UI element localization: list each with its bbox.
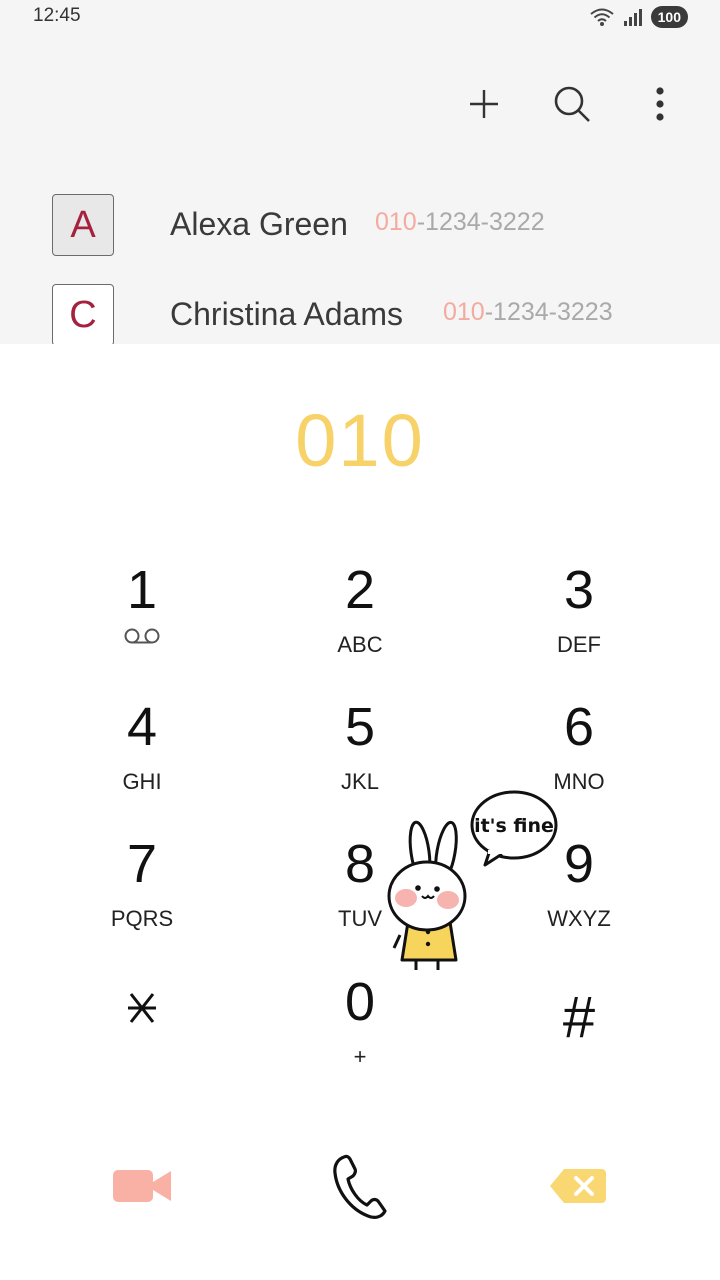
key-star[interactable] [62, 988, 222, 1108]
status-bar: 12:45 100 [0, 0, 720, 34]
key-letters: + [353, 1044, 367, 1069]
key-3[interactable]: 3 DEF [499, 558, 659, 678]
bunny-sticker: it's fine [387, 790, 558, 970]
more-options-icon [656, 87, 664, 121]
contact-avatar: C [52, 284, 114, 344]
battery-badge: 100 [650, 6, 688, 28]
key-digit: 7 [126, 834, 158, 894]
add-icon [470, 90, 498, 118]
key-letters: GHI [122, 769, 162, 794]
video-call-button[interactable] [100, 1150, 184, 1222]
backspace-icon [550, 1169, 606, 1203]
call-button[interactable] [318, 1144, 402, 1228]
asterisk-icon [128, 993, 156, 1023]
add-contact-button[interactable] [460, 78, 508, 130]
wifi-icon [590, 8, 614, 26]
number-rest: -1234-3222 [416, 208, 545, 236]
key-digit: 1 [126, 560, 158, 620]
key-4[interactable]: 4 GHI [62, 695, 222, 815]
number-match: 010 [375, 208, 417, 236]
key-letters: ABC [337, 632, 383, 657]
more-options-button[interactable] [636, 78, 684, 130]
key-2[interactable]: 2 ABC [280, 558, 440, 678]
key-letters: DEF [557, 632, 601, 657]
video-camera-icon [113, 1170, 171, 1202]
key-letters: PQRS [110, 906, 174, 931]
contact-name: Alexa Green [170, 206, 348, 242]
key-digit: 6 [563, 697, 595, 757]
number-match: 010 [443, 298, 485, 326]
key-1[interactable]: 1 [62, 558, 222, 678]
key-0[interactable]: 0 + [280, 970, 440, 1090]
key-digit: 4 [126, 697, 158, 757]
contact-number: 010-1234-3223 [443, 298, 613, 327]
status-icons: 100 [589, 6, 688, 28]
contact-name: Christina Adams [170, 296, 403, 332]
key-hash[interactable]: # [499, 986, 659, 1106]
key-digit: 5 [344, 697, 376, 757]
speech-text: it's fine [474, 815, 554, 837]
backspace-button[interactable] [536, 1150, 620, 1222]
contact-number: 010-1234-3222 [375, 208, 545, 237]
action-bar [460, 78, 684, 130]
contact-row[interactable]: A Alexa Green 010-1234-3222 [0, 194, 720, 274]
contact-avatar: A [52, 194, 114, 256]
contact-row[interactable]: C Christina Adams 010-1234-3223 [0, 284, 720, 344]
top-area: 12:45 100 A Alexa Green 010-1234-3222 C … [0, 0, 720, 344]
key-7[interactable]: 7 PQRS [62, 832, 222, 952]
key-digit: 2 [344, 560, 376, 620]
status-time: 12:45 [33, 5, 81, 26]
key-digit: # [562, 985, 596, 1050]
number-rest: -1234-3223 [484, 298, 613, 326]
key-digit: 3 [563, 560, 595, 620]
phone-icon [333, 1154, 387, 1219]
voicemail-icon [124, 628, 160, 644]
search-icon [554, 86, 590, 122]
signal-icon [623, 9, 642, 26]
search-button[interactable] [548, 78, 596, 130]
dial-input-display[interactable]: 010 [0, 398, 720, 483]
